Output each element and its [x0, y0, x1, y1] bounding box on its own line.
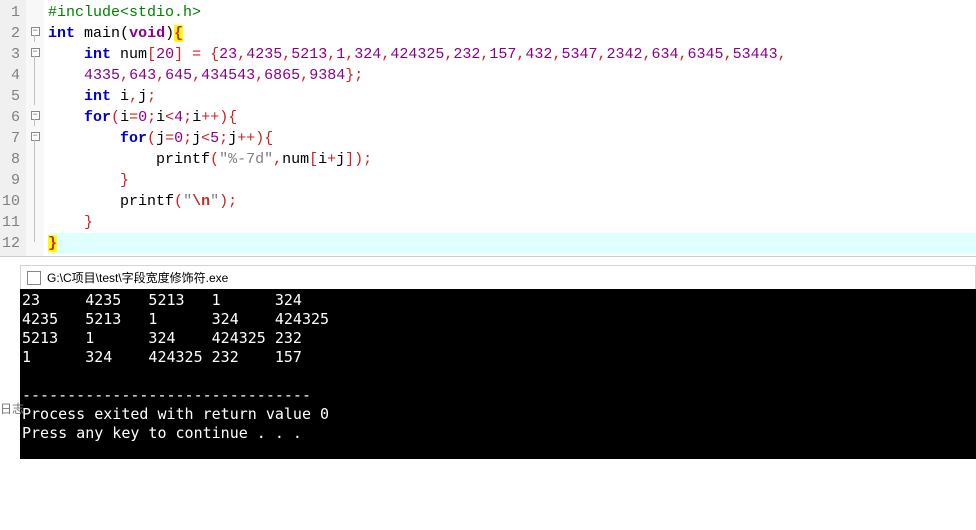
code-line[interactable]: int num[20] = {23,4235,5213,1,324,424325…: [48, 44, 976, 65]
fold-column[interactable]: − − − −: [26, 0, 44, 256]
code-line[interactable]: for(i=0;i<4;i++){: [48, 107, 976, 128]
fold-marker: [26, 210, 44, 231]
code-line[interactable]: }: [48, 233, 976, 254]
line-number: 8: [2, 149, 20, 170]
fold-marker: [26, 84, 44, 105]
fold-marker: [26, 0, 44, 21]
code-line[interactable]: int i,j;: [48, 86, 976, 107]
fold-marker: [26, 63, 44, 84]
fold-marker[interactable]: −: [26, 21, 44, 42]
line-number: 11: [2, 212, 20, 233]
line-number: 9: [2, 170, 20, 191]
line-number: 6: [2, 107, 20, 128]
line-number: 7: [2, 128, 20, 149]
line-number: 10: [2, 191, 20, 212]
line-number: 4: [2, 65, 20, 86]
fold-marker: [26, 231, 44, 252]
code-line[interactable]: #include<stdio.h>: [48, 2, 976, 23]
code-line[interactable]: for(j=0;j<5;j++){: [48, 128, 976, 149]
line-number: 5: [2, 86, 20, 107]
fold-marker: [26, 147, 44, 168]
side-tab-log[interactable]: 日志: [0, 400, 24, 417]
fold-collapse-icon[interactable]: −: [31, 27, 40, 36]
console-title-text: G:\C项目\test\字段宽度修饰符.exe: [47, 269, 228, 286]
fold-marker[interactable]: −: [26, 105, 44, 126]
fold-collapse-icon[interactable]: −: [31, 48, 40, 57]
fold-marker[interactable]: −: [26, 126, 44, 147]
fold-marker[interactable]: −: [26, 42, 44, 63]
code-line[interactable]: 4335,643,645,434543,6865,9384};: [48, 65, 976, 86]
code-area[interactable]: #include<stdio.h>int main(void){ int num…: [44, 0, 976, 256]
console-titlebar[interactable]: G:\C项目\test\字段宽度修饰符.exe: [20, 265, 976, 289]
code-editor[interactable]: 123456789101112 −−−− #include<stdio.h>in…: [0, 0, 976, 257]
line-number: 2: [2, 23, 20, 44]
fold-marker: [26, 168, 44, 189]
code-line[interactable]: printf("%-7d",num[i+j]);: [48, 149, 976, 170]
console-app-icon: [27, 271, 41, 285]
fold-marker: [26, 189, 44, 210]
line-number: 1: [2, 2, 20, 23]
fold-collapse-icon[interactable]: −: [31, 111, 40, 120]
line-number: 3: [2, 44, 20, 65]
fold-collapse-icon[interactable]: −: [31, 132, 40, 141]
code-line[interactable]: }: [48, 170, 976, 191]
line-number-gutter: 123456789101112: [0, 0, 26, 256]
console-output[interactable]: 23 4235 5213 1 324 4235 5213 1 324 42432…: [20, 289, 976, 459]
line-number: 12: [2, 233, 20, 254]
console-window: G:\C项目\test\字段宽度修饰符.exe 23 4235 5213 1 3…: [20, 265, 976, 459]
code-line[interactable]: printf("\n");: [48, 191, 976, 212]
code-line[interactable]: }: [48, 212, 976, 233]
code-line[interactable]: int main(void){: [48, 23, 976, 44]
